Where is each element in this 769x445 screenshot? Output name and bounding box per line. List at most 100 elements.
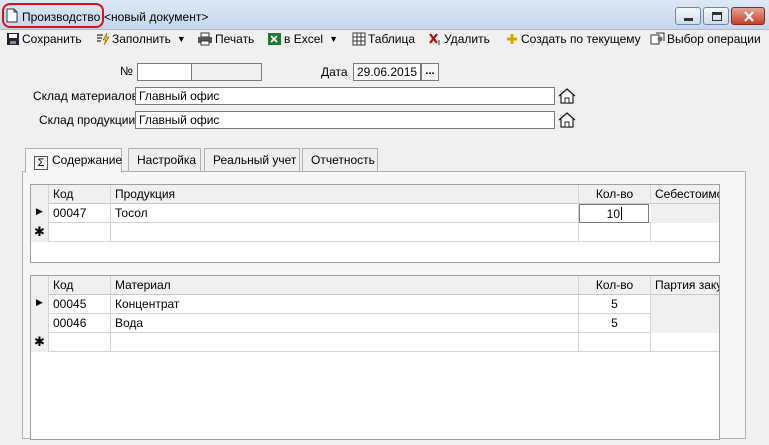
code-cell[interactable] <box>49 223 111 242</box>
material-cell[interactable]: Вода <box>111 314 579 333</box>
close-icon <box>744 11 754 22</box>
home-icon[interactable] <box>557 111 577 129</box>
table-button[interactable]: Таблица <box>352 31 415 47</box>
document-icon <box>6 8 18 23</box>
row-header-corner <box>31 185 49 204</box>
cost-cell <box>651 223 719 242</box>
product-cell[interactable] <box>111 223 579 242</box>
excel-dropdown-icon[interactable]: ▼ <box>329 34 338 44</box>
tab-real-accounting[interactable]: Реальный учет <box>204 148 300 172</box>
quantity-cell[interactable] <box>579 223 651 242</box>
floppy-disk-icon <box>7 33 19 45</box>
material-cell[interactable]: Концентрат <box>111 295 579 314</box>
save-button[interactable]: Сохранить <box>6 31 82 47</box>
home-icon[interactable] <box>557 87 577 105</box>
window-subtitle: <новый документ> <box>104 10 209 24</box>
tab-reporting[interactable]: Отчетность <box>302 148 378 172</box>
create-from-current-label: Создать по текущему <box>521 32 641 46</box>
tab-contents-label: Содержание <box>52 153 123 167</box>
column-header[interactable]: Код <box>49 185 111 204</box>
sigma-icon: Σ <box>34 156 48 170</box>
batch-cell <box>651 333 719 352</box>
quantity-cell[interactable]: 5 <box>579 314 651 333</box>
column-header[interactable]: Себестоимо <box>651 185 719 204</box>
date-picker-button[interactable]: ... <box>421 63 439 81</box>
code-cell[interactable]: 00047 <box>49 204 111 223</box>
column-header[interactable]: Материал <box>111 276 579 295</box>
material-cell[interactable] <box>111 333 579 352</box>
products-warehouse-label: Склад продукции <box>39 113 136 127</box>
column-header[interactable]: Продукция <box>111 185 579 204</box>
title-bar: Производство <новый документ> <box>0 0 769 30</box>
tab-settings[interactable]: Настройка <box>128 148 201 172</box>
operation-icon <box>650 32 665 45</box>
quantity-value: 10 <box>606 207 620 221</box>
materials-warehouse-field[interactable]: Главный офис <box>135 87 555 105</box>
materials-warehouse-label: Склад материалов <box>33 89 138 103</box>
column-header[interactable]: Код <box>49 276 111 295</box>
minimize-icon <box>684 18 693 21</box>
code-cell[interactable]: 00046 <box>49 314 111 333</box>
table-row[interactable]: ▶ 00047 Тосол 10 <box>31 204 719 223</box>
close-button[interactable] <box>731 7 765 25</box>
column-header[interactable]: Кол-во <box>579 276 651 295</box>
delete-label: Удалить <box>444 32 490 46</box>
delete-button[interactable]: Удалить <box>428 31 490 47</box>
minimize-button[interactable] <box>675 7 701 25</box>
date-label: Дата <box>321 65 348 79</box>
print-label: Печать <box>215 32 255 46</box>
row-header-corner <box>31 276 49 295</box>
products-warehouse-field[interactable]: Главный офис <box>135 111 555 129</box>
date-field[interactable]: 29.06.2015 <box>353 63 421 81</box>
number-suffix-field <box>191 63 262 81</box>
maximize-icon <box>712 12 722 21</box>
current-row-indicator-icon: ▶ <box>31 295 49 314</box>
choose-operation-label: Выбор операции <box>667 32 761 46</box>
excel-button[interactable]: в Excel ▼ <box>267 31 338 47</box>
batch-cell <box>651 314 719 333</box>
materials-grid[interactable]: Код Материал Кол-во Партия заку ▶ 00045 … <box>30 275 720 440</box>
number-label: № <box>120 64 133 78</box>
product-cell[interactable]: Тосол <box>111 204 579 223</box>
fill-dropdown-icon[interactable]: ▼ <box>177 34 186 44</box>
delete-x-icon <box>429 33 440 45</box>
cost-cell <box>651 204 719 223</box>
maximize-button[interactable] <box>703 7 729 25</box>
tab-contents[interactable]: Σ Содержание <box>25 148 122 173</box>
new-row-icon: ✱ <box>31 333 49 352</box>
table-row[interactable]: 00046 Вода 5 <box>31 314 719 333</box>
window-title: Производство <box>22 10 101 24</box>
code-cell[interactable] <box>49 333 111 352</box>
current-row-indicator-icon: ▶ <box>31 204 49 223</box>
choose-operation-button[interactable]: Выбор операции <box>650 31 761 47</box>
plus-icon <box>507 34 517 44</box>
fill-button[interactable]: Заполнить ▼ <box>96 31 186 47</box>
quantity-cell[interactable]: 5 <box>579 295 651 314</box>
quantity-cell[interactable] <box>579 333 651 352</box>
table-row[interactable]: ▶ 00045 Концентрат 5 <box>31 295 719 314</box>
table-icon <box>352 32 366 46</box>
fill-label: Заполнить <box>112 32 171 46</box>
row-header <box>31 314 49 333</box>
toolbar: Сохранить Заполнить ▼ Печать в Excel ▼ Т… <box>0 30 769 48</box>
tab-reporting-label: Отчетность <box>311 153 375 167</box>
new-table-row[interactable]: ✱ <box>31 333 719 352</box>
quantity-input[interactable]: 10 <box>579 204 649 223</box>
text-caret <box>621 207 622 220</box>
save-label: Сохранить <box>22 32 82 46</box>
products-grid[interactable]: Код Продукция Кол-во Себестоимо ▶ 00047 … <box>30 184 720 263</box>
tab-real-accounting-label: Реальный учет <box>213 153 297 167</box>
products-grid-header: Код Продукция Кол-во Себестоимо <box>31 185 719 204</box>
tab-settings-label: Настройка <box>137 153 197 167</box>
create-from-current-button[interactable]: Создать по текущему <box>505 31 641 47</box>
batch-cell <box>651 295 719 314</box>
column-header[interactable]: Кол-во <box>579 185 651 204</box>
code-cell[interactable]: 00045 <box>49 295 111 314</box>
excel-label: в Excel <box>284 32 324 46</box>
table-label: Таблица <box>368 32 416 46</box>
number-field[interactable] <box>137 63 192 81</box>
new-table-row[interactable]: ✱ <box>31 223 719 242</box>
column-header[interactable]: Партия заку <box>651 276 719 295</box>
new-row-icon: ✱ <box>31 223 49 242</box>
print-button[interactable]: Печать <box>197 31 254 47</box>
